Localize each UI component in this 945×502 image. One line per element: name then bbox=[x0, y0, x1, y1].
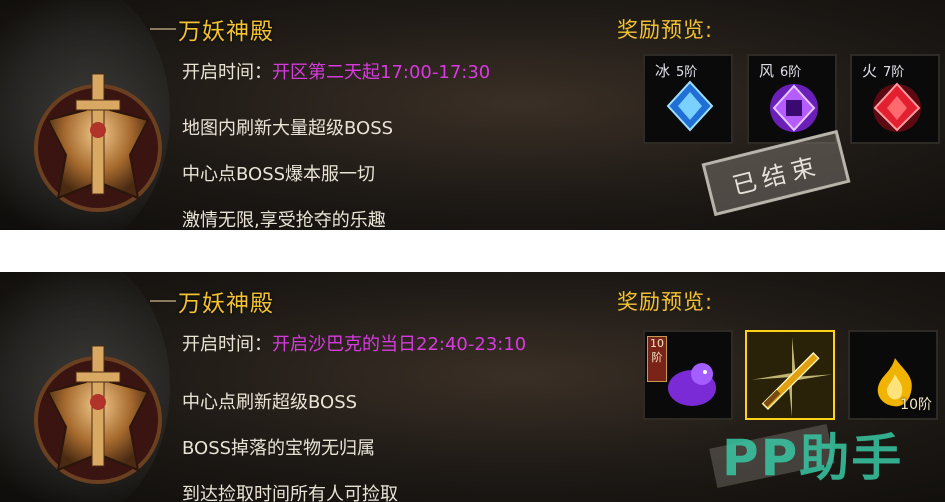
purple-beast-icon bbox=[668, 363, 716, 406]
fire-gem-icon bbox=[873, 82, 921, 132]
reward-label: 火 7阶 bbox=[862, 62, 905, 80]
description-line: 中心点BOSS爆本服一切 bbox=[182, 164, 376, 185]
sword-shield-emblem-icon bbox=[34, 73, 162, 212]
reward-slot-sword[interactable] bbox=[745, 330, 835, 420]
reward-slot-wind[interactable]: 风 6阶 bbox=[747, 54, 837, 144]
open-time-label: 开启时间： bbox=[182, 62, 272, 83]
reward-slot-ice[interactable]: 冰 5阶 bbox=[643, 54, 733, 144]
description-line: 中心点刷新超级BOSS bbox=[182, 392, 358, 413]
event-panel-1: 万妖神殿 开启时间：开区第二天起17:00-17:30 地图内刷新大量超级BOS… bbox=[0, 0, 945, 230]
event-title: 万妖神殿 bbox=[178, 291, 274, 317]
sword-shield-emblem-icon bbox=[34, 345, 162, 484]
reward-slot-fire[interactable]: 火 7阶 bbox=[850, 54, 940, 144]
title-decoration-line bbox=[150, 28, 176, 30]
golden-sword-icon bbox=[752, 337, 832, 417]
level-badge: 10阶 bbox=[647, 336, 667, 382]
description-line: BOSS掉落的宝物无归属 bbox=[182, 438, 376, 459]
reward-preview-title: 奖励预览: bbox=[617, 290, 714, 314]
description-line: 激情无限,享受抢夺的乐趣 bbox=[182, 210, 386, 230]
reward-label: 冰 5阶 bbox=[655, 62, 698, 80]
reward-label: 风 6阶 bbox=[759, 62, 802, 80]
reward-slot-flame[interactable]: 10阶 bbox=[848, 330, 938, 420]
reward-preview-title: 奖励预览: bbox=[617, 18, 714, 42]
open-time-value: 开区第二天起17:00-17:30 bbox=[272, 62, 491, 83]
wind-gem-icon bbox=[770, 84, 818, 132]
watermark-logo: PP助手 bbox=[722, 429, 904, 487]
ice-gem-icon bbox=[666, 80, 714, 132]
title-decoration-line bbox=[150, 300, 176, 302]
open-time-row: 开启时间：开区第二天起17:00-17:30 bbox=[182, 58, 490, 84]
open-time-value: 开启沙巴克的当日22:40-23:10 bbox=[272, 334, 527, 355]
description-line: 地图内刷新大量超级BOSS bbox=[182, 118, 394, 139]
reward-slot-beast[interactable]: 10阶 bbox=[643, 330, 733, 420]
level-text: 10阶 bbox=[900, 397, 932, 413]
open-time-row: 开启时间：开启沙巴克的当日22:40-23:10 bbox=[182, 330, 526, 356]
open-time-label: 开启时间： bbox=[182, 334, 272, 355]
event-title: 万妖神殿 bbox=[178, 19, 274, 45]
description-line: 到达捡取时间所有人可捡取 bbox=[182, 484, 398, 502]
